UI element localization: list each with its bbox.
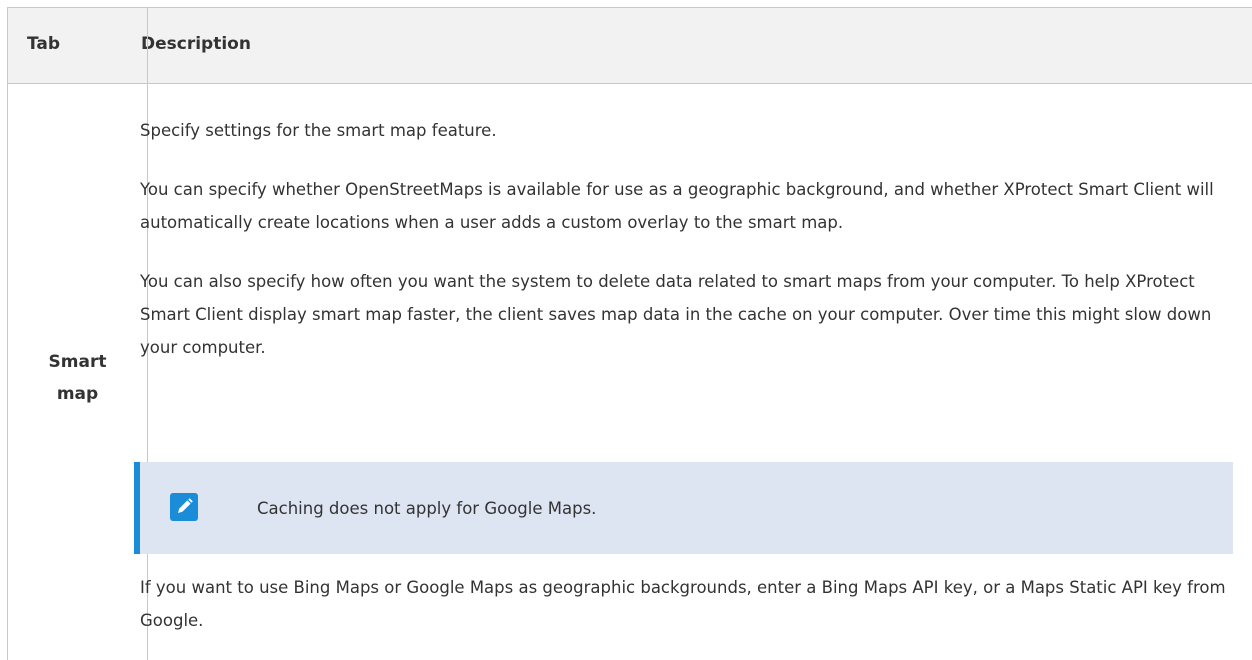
description-paragraph: Specify settings for the smart map featu… [140, 121, 497, 140]
table-header-row: Tab Description [8, 8, 1252, 84]
settings-table: Tab Description Smart map Specify settin… [7, 7, 1252, 660]
note-callout: Caching does not apply for Google Maps. [134, 462, 1233, 554]
description-paragraph: If you want to use Bing Maps or Google M… [140, 578, 1226, 630]
description-paragraph: You can specify whether OpenStreetMaps i… [140, 180, 1214, 232]
note-text: Caching does not apply for Google Maps. [257, 499, 597, 518]
tab-name-cell: Smart map [8, 84, 147, 660]
tab-name: Smart map [48, 351, 107, 404]
column-header-description: Description [141, 34, 251, 54]
column-header-tab: Tab [27, 34, 61, 54]
pencil-edit-icon [170, 493, 198, 521]
description-paragraph: You can also specify how often you want … [140, 272, 1212, 357]
